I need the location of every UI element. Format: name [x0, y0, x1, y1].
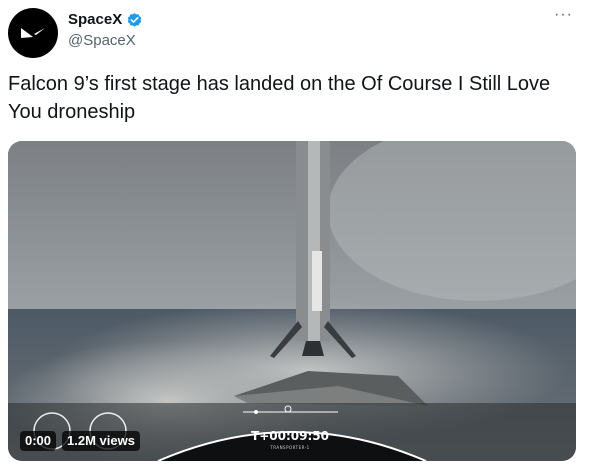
video-frame	[8, 141, 576, 461]
verified-badge-icon	[127, 12, 142, 27]
author-name-row: SpaceX	[68, 11, 143, 29]
author-handle[interactable]: @SpaceX	[68, 32, 136, 50]
tweet-text: Falcon 9’s first stage has landed on the…	[8, 73, 551, 123]
avatar[interactable]	[8, 8, 58, 58]
video-elapsed-time: 0:00	[20, 431, 57, 451]
spacex-logo-icon	[21, 28, 45, 38]
mission-timer: T+00:09:50	[251, 429, 329, 443]
more-options-icon[interactable]: ···	[554, 6, 573, 24]
video-view-count: 1.2M views	[62, 431, 140, 451]
mission-name: TRANSPORTER-1	[270, 445, 310, 450]
display-name[interactable]: SpaceX	[68, 11, 122, 29]
video-player[interactable]: T+00:09:50 TRANSPORTER-1 0:00 1.2M views	[8, 141, 576, 461]
